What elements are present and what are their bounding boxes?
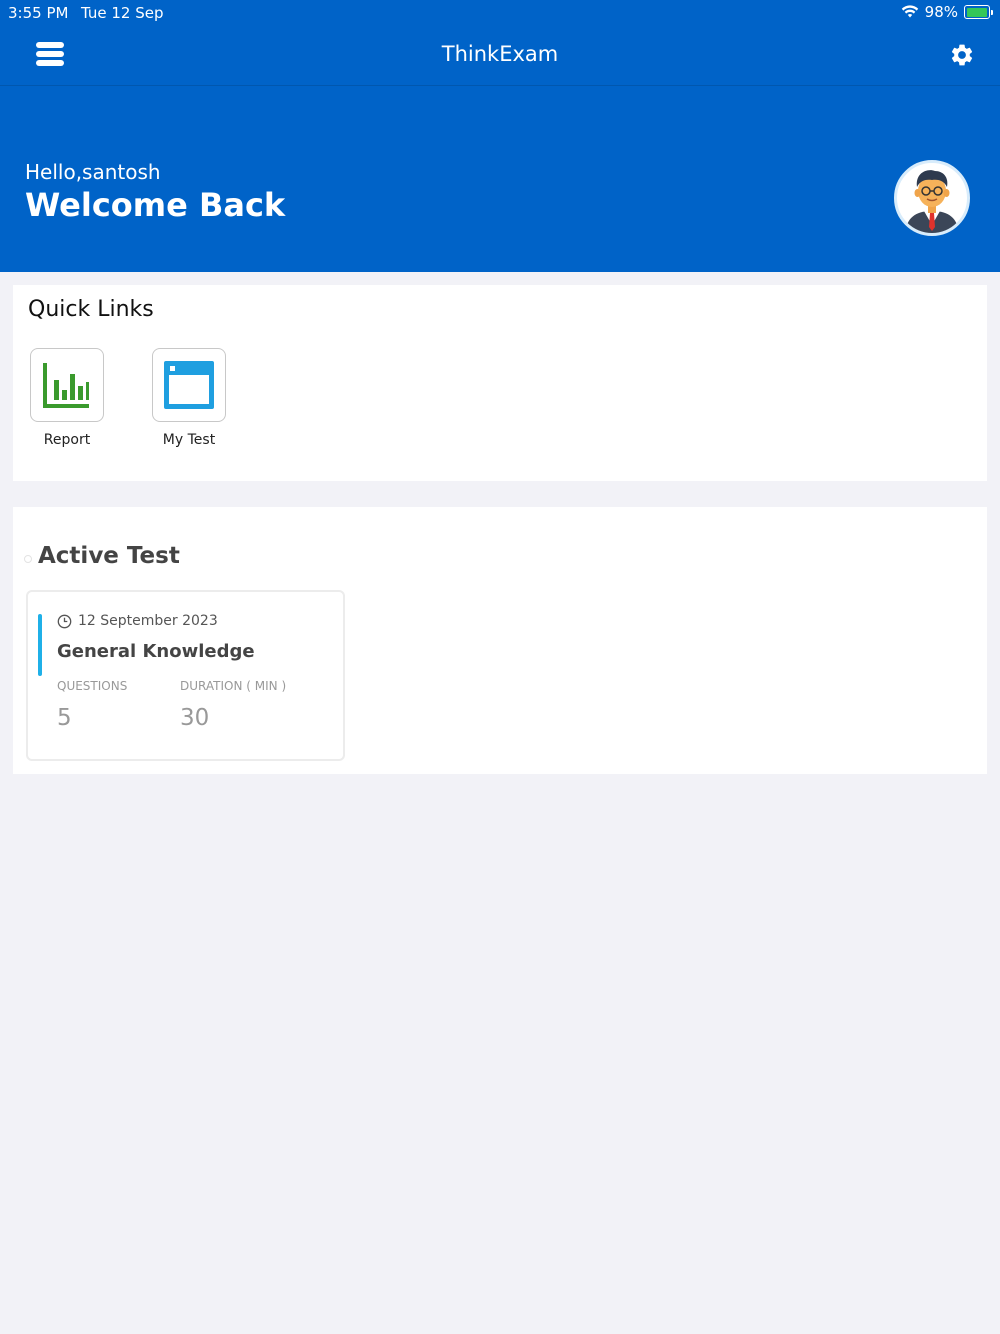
test-date-text: 12 September 2023 [78,613,218,629]
wifi-icon [901,5,918,18]
status-time: 3:55 PM [8,4,69,22]
bar-chart-icon [43,363,89,408]
my-test-icon-box [152,348,226,422]
quick-link-report[interactable]: Report [17,348,117,448]
quick-link-report-label: Report [43,432,91,448]
questions-label: QUESTIONS [57,679,128,693]
quick-links-panel: Quick Links Report My Test [13,285,987,481]
questions-value: 5 [57,705,72,731]
clock-icon [57,614,72,628]
status-bar: 3:55 PM Tue 12 Sep 98% [0,0,1000,26]
battery-icon [964,5,993,19]
active-test-title: Active Test [38,543,180,569]
duration-value: 30 [180,705,210,731]
header-area: 3:55 PM Tue 12 Sep 98% ThinkExam Hello,s… [0,0,1000,272]
status-date: Tue 12 Sep [81,4,164,22]
card-accent-bar [38,614,42,676]
browser-window-icon [164,361,214,409]
greeting-hello: Hello,santosh [25,160,161,184]
active-test-panel: Active Test 12 September 2023 General Kn… [13,507,987,774]
test-date: 12 September 2023 [57,613,218,629]
greeting-welcome: Welcome Back [25,186,286,224]
report-icon-box [30,348,104,422]
quick-link-my-test-label: My Test [162,432,216,448]
status-indicators: 98% [901,3,993,21]
gear-icon[interactable] [949,42,975,68]
active-test-card[interactable]: 12 September 2023 General Knowledge QUES… [26,590,345,761]
navbar: ThinkExam [0,26,1000,86]
user-avatar-icon [905,170,959,233]
section-bullet [24,555,32,563]
test-name: General Knowledge [57,641,255,662]
app-title: ThinkExam [441,42,559,66]
duration-label: DURATION ( MIN ) [180,679,287,693]
battery-percent: 98% [924,3,958,21]
battery-fill [966,7,988,17]
quick-link-my-test[interactable]: My Test [139,348,239,448]
quick-links-title: Quick Links [28,297,154,322]
avatar[interactable] [894,160,970,236]
